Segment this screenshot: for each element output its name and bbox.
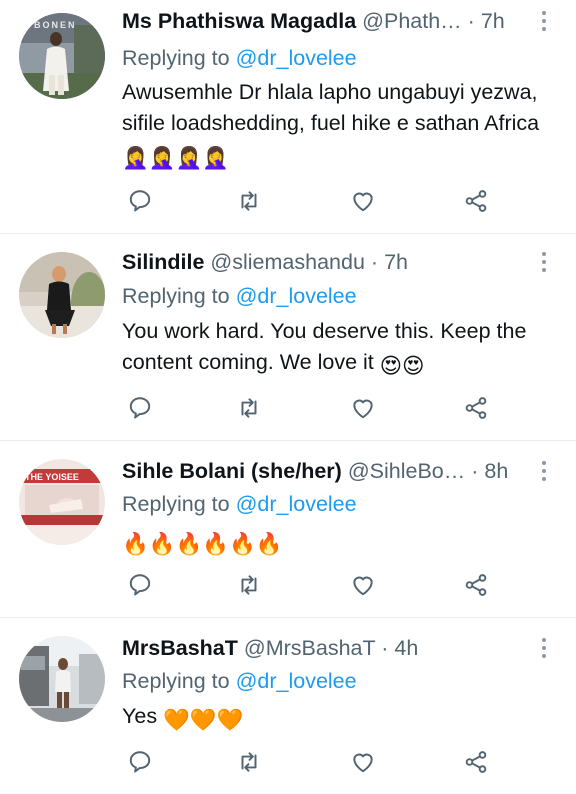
author-handle[interactable]: @Phath…	[362, 9, 462, 33]
separator: ·	[467, 9, 475, 33]
replying-to: Replying to @dr_lovelee	[122, 281, 357, 311]
replying-mention-link[interactable]: @dr_lovelee	[236, 669, 357, 693]
replying-prefix: Replying to	[122, 492, 230, 516]
tweet-2[interactable]: Silindile @sliemashandu · 7h Replying to…	[0, 234, 576, 440]
tweet-header: Sihle Bolani (she/her) @SihleBo… · 8h	[122, 456, 528, 486]
more-options-icon[interactable]	[540, 9, 548, 35]
reply-icon[interactable]	[124, 393, 156, 423]
more-options-icon[interactable]	[540, 459, 548, 485]
replying-prefix: Replying to	[122, 46, 230, 70]
emoji-fire: 🔥🔥🔥🔥🔥🔥	[122, 532, 283, 556]
tweet-header: Ms Phathiswa Magadla @Phath… · 7h	[122, 6, 528, 36]
separator: ·	[381, 636, 389, 660]
action-bar	[122, 393, 502, 423]
author-name[interactable]: Ms Phathiswa Magadla	[122, 9, 356, 33]
replying-prefix: Replying to	[122, 284, 230, 308]
emoji-heart-eyes: 😍😍	[379, 354, 425, 378]
author-name[interactable]: MrsBashaT	[122, 636, 238, 660]
tweet-text: 🔥🔥🔥🔥🔥🔥	[122, 525, 542, 560]
reply-icon[interactable]	[124, 747, 156, 777]
author-handle[interactable]: @SihleBo…	[348, 459, 465, 483]
timestamp[interactable]: 8h	[484, 459, 508, 483]
replying-prefix: Replying to	[122, 669, 230, 693]
replying-to: Replying to @dr_lovelee	[122, 666, 357, 696]
tweet-body: Awusemhle Dr hlala lapho ungabuyi yezwa,…	[122, 80, 540, 135]
separator: ·	[370, 250, 379, 274]
tweet-body: You work hard. You deserve this. Keep th…	[122, 319, 527, 374]
replying-to: Replying to @dr_lovelee	[122, 43, 357, 73]
tweet-text: Yes 🧡🧡🧡	[122, 701, 542, 736]
reply-icon[interactable]	[124, 186, 156, 216]
separator: ·	[471, 459, 479, 483]
avatar[interactable]	[19, 636, 105, 722]
author-handle[interactable]: @MrsBashaT	[244, 636, 375, 660]
more-options-icon[interactable]	[540, 250, 548, 276]
share-icon[interactable]	[460, 570, 492, 600]
tweet-header: Silindile @sliemashandu · 7h	[122, 247, 528, 277]
avatar[interactable]: THE YOISEE	[19, 459, 105, 545]
avatar[interactable]	[19, 252, 105, 338]
author-name[interactable]: Silindile	[122, 250, 204, 274]
retweet-icon[interactable]	[233, 186, 265, 216]
action-bar	[122, 747, 502, 777]
timestamp[interactable]: 7h	[384, 250, 408, 274]
retweet-icon[interactable]	[233, 747, 265, 777]
heart-icon[interactable]	[347, 570, 379, 600]
share-icon[interactable]	[460, 186, 492, 216]
reply-icon[interactable]	[124, 570, 156, 600]
action-bar	[122, 186, 502, 216]
author-name[interactable]: Sihle Bolani (she/her)	[122, 459, 342, 483]
tweet-body: Yes	[122, 704, 158, 728]
replying-to: Replying to @dr_lovelee	[122, 489, 357, 519]
timestamp[interactable]: 4h	[394, 636, 418, 660]
heart-icon[interactable]	[347, 186, 379, 216]
replying-mention-link[interactable]: @dr_lovelee	[236, 284, 357, 308]
timestamp[interactable]: 7h	[481, 9, 505, 33]
avatar-caption: BONEN	[34, 20, 77, 30]
share-icon[interactable]	[460, 393, 492, 423]
replying-mention-link[interactable]: @dr_lovelee	[236, 492, 357, 516]
more-options-icon[interactable]	[540, 636, 548, 662]
heart-icon[interactable]	[347, 747, 379, 777]
tweet-text: Awusemhle Dr hlala lapho ungabuyi yezwa,…	[122, 77, 542, 174]
heart-icon[interactable]	[347, 393, 379, 423]
tweet-4[interactable]: MrsBashaT @MrsBashaT · 4h Replying to @d…	[0, 618, 576, 794]
replying-mention-link[interactable]: @dr_lovelee	[236, 46, 357, 70]
avatar-caption: THE YOISEE	[25, 472, 79, 482]
emoji-facepalm: 🤦‍♀️🤦‍♀️🤦‍♀️🤦‍♀️	[122, 146, 230, 170]
author-handle[interactable]: @sliemashandu	[210, 250, 365, 274]
tweet-1[interactable]: BONEN Ms Phathiswa Magadla @Phath… · 7h …	[0, 0, 576, 233]
retweet-icon[interactable]	[233, 570, 265, 600]
emoji-orange-heart: 🧡🧡🧡	[163, 708, 244, 732]
avatar[interactable]: BONEN	[19, 13, 105, 99]
tweet-text: You work hard. You deserve this. Keep th…	[122, 316, 542, 382]
action-bar	[122, 570, 502, 600]
tweet-3[interactable]: THE YOISEE Sihle Bolani (she/her) @Sihle…	[0, 441, 576, 617]
retweet-icon[interactable]	[233, 393, 265, 423]
share-icon[interactable]	[460, 747, 492, 777]
tweet-header: MrsBashaT @MrsBashaT · 4h	[122, 633, 528, 663]
